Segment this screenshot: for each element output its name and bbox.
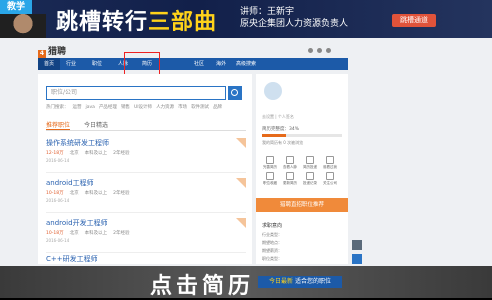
job-item[interactable]: android工程师 10-18万 北京 本科及以上 2年经验 2016-06-14 [46,178,246,213]
site-logo[interactable]: 4 猎聘 [38,44,66,58]
direct-hire-button[interactable]: 猎聘直招职位推荐 [256,198,348,212]
profile-sidebar: 去设置 | 个人签名 简历完整度：34% 我的简历有 0 次被浏览 完善简历 查… [256,74,348,264]
promo-banner[interactable]: 今日最新 适合您的职位 [258,276,342,288]
main-nav: 首页 行业 职位 人脉 简历 社区 海外 高级搜索 [38,58,348,70]
nav-home[interactable]: 首页 [38,58,60,70]
resume-progress-bar [262,134,342,137]
float-share-icon[interactable] [352,240,362,250]
nav-industry[interactable]: 行业 [66,58,76,70]
search-icon[interactable] [228,86,242,100]
float-chat-icon[interactable] [352,254,362,264]
pref-line: 期望薪资： [262,248,282,253]
corner-tag [236,178,246,188]
lesson-tag: 教学 [0,0,32,14]
pref-line: 期望地点： [262,240,282,245]
company-icon[interactable]: 关注公司 [322,172,338,186]
nav-advanced-search[interactable]: 高级搜索 [236,58,256,70]
jump-channel-button[interactable]: 跳槽通道 [392,14,436,27]
nav-jobs[interactable]: 职位 [92,58,102,70]
hot-searches: 热门搜索： 运营 java 产品经理 销售 UI设计师 人力资源 市场 软件测试 品牌 [46,105,223,110]
resume-completeness-label: 简历完整度：34% [262,127,300,132]
tab-today[interactable]: 今日精选 [84,120,108,129]
send-icon[interactable]: 简历投递 [302,156,318,170]
site-topbar: 4 猎聘 [38,44,348,58]
browser-viewport: 4 猎聘 首页 行业 职位 人脉 简历 社区 海外 高级搜索 职位/公司 热门搜索… [0,38,492,266]
avatar[interactable] [264,82,282,100]
job-tabs: 推荐职位 今日精选 [46,120,246,131]
pref-line: 职位类型： [262,256,282,261]
corner-tag [236,138,246,148]
main-panel: 职位/公司 热门搜索： 运营 java 产品经理 销售 UI设计师 人力资源 市场 软件测试 品牌… [38,74,252,264]
nav-overseas[interactable]: 海外 [216,58,226,70]
tab-recommended[interactable]: 推荐职位 [46,120,71,130]
nav-community[interactable]: 社区 [194,58,204,70]
job-item[interactable]: android开发工程师 10-18万 北京 本科及以上 2年经验 2016-06-1… [46,218,246,253]
refresh-icon[interactable]: 更新简历 [282,172,298,186]
edit-resume-icon[interactable]: 完善简历 [262,156,278,170]
job-item[interactable]: 操作系统研发工程师 12-18万 北京 本科及以上 2年经验 2016-06-14 [46,138,246,173]
user-icon[interactable] [308,48,313,53]
course-banner: 教学 跳槽转行三部曲 讲师：王新宇 原央企集团人力资源负责人 跳槽通道 [0,0,492,38]
lecturer-photo [0,14,46,38]
banner-title: 跳槽转行三部曲 [56,10,218,35]
record-icon[interactable]: 投递记录 [302,172,318,186]
eye-icon[interactable]: 谁看过我 [322,156,338,170]
pref-line: 行业类型： [262,232,282,237]
network-icon[interactable]: 查看人脉 [282,156,298,170]
subtitle-caption: 点击简历 [150,274,255,299]
preferences-title: 求职意向 [262,223,283,229]
view-count: 我的简历有 0 次被浏览 [262,140,304,145]
search-input[interactable]: 职位/公司 [46,86,226,100]
star-icon[interactable]: 职位收藏 [262,172,278,186]
help-icon[interactable] [326,48,331,53]
top-right-icons [304,48,331,55]
job-item[interactable]: C++研发工程师 [46,254,246,264]
lecturer-info: 讲师：王新宇 原央企集团人力资源负责人 [240,7,349,29]
corner-tag [236,218,246,228]
signature-link[interactable]: 去设置 | 个人签名 [262,114,294,120]
settings-icon[interactable] [317,48,322,53]
